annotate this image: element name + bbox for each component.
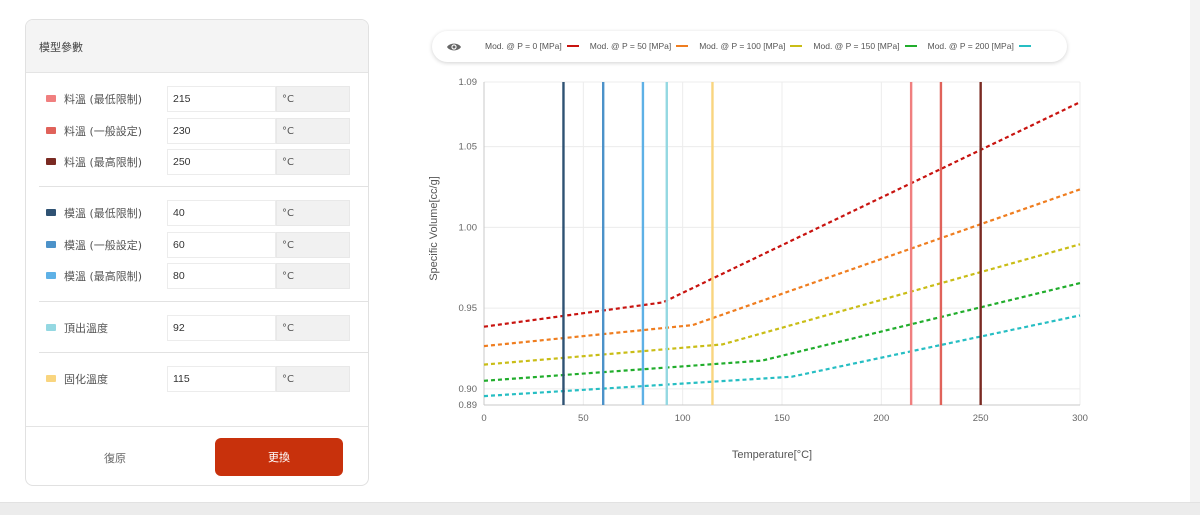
x-tick-label: 200 — [873, 413, 889, 424]
y-tick-label: 1.09 — [459, 77, 478, 88]
bottom-scroll-area — [0, 502, 1200, 515]
specific-volume-chart: 0 50 100 150 200 250 300 0.89 0.90 0.95 1.00 1.05 1.… — [428, 77, 1088, 461]
y-axis-title: Specific Volume[cc/g] — [428, 176, 440, 281]
x-tick-label: 300 — [1072, 413, 1088, 424]
y-tick-label: 0.89 — [459, 400, 478, 411]
y-tick-label: 1.00 — [459, 222, 478, 233]
x-tick-label: 250 — [973, 413, 989, 424]
y-tick-label: 1.05 — [459, 142, 478, 153]
right-edge — [1190, 0, 1200, 502]
x-tick-label: 100 — [675, 413, 691, 424]
x-tick-label: 0 — [481, 413, 486, 424]
page: 模型參數 料溫 (最低限制) 215 °C 料溫 (一般設定) 230 °C 料… — [0, 0, 1200, 515]
x-axis-title: Temperature[°C] — [732, 449, 812, 461]
x-tick-label: 150 — [774, 413, 790, 424]
x-tick-label: 50 — [578, 413, 589, 424]
y-tick-label: 0.90 — [459, 384, 478, 395]
y-tick-label: 0.95 — [459, 303, 478, 314]
